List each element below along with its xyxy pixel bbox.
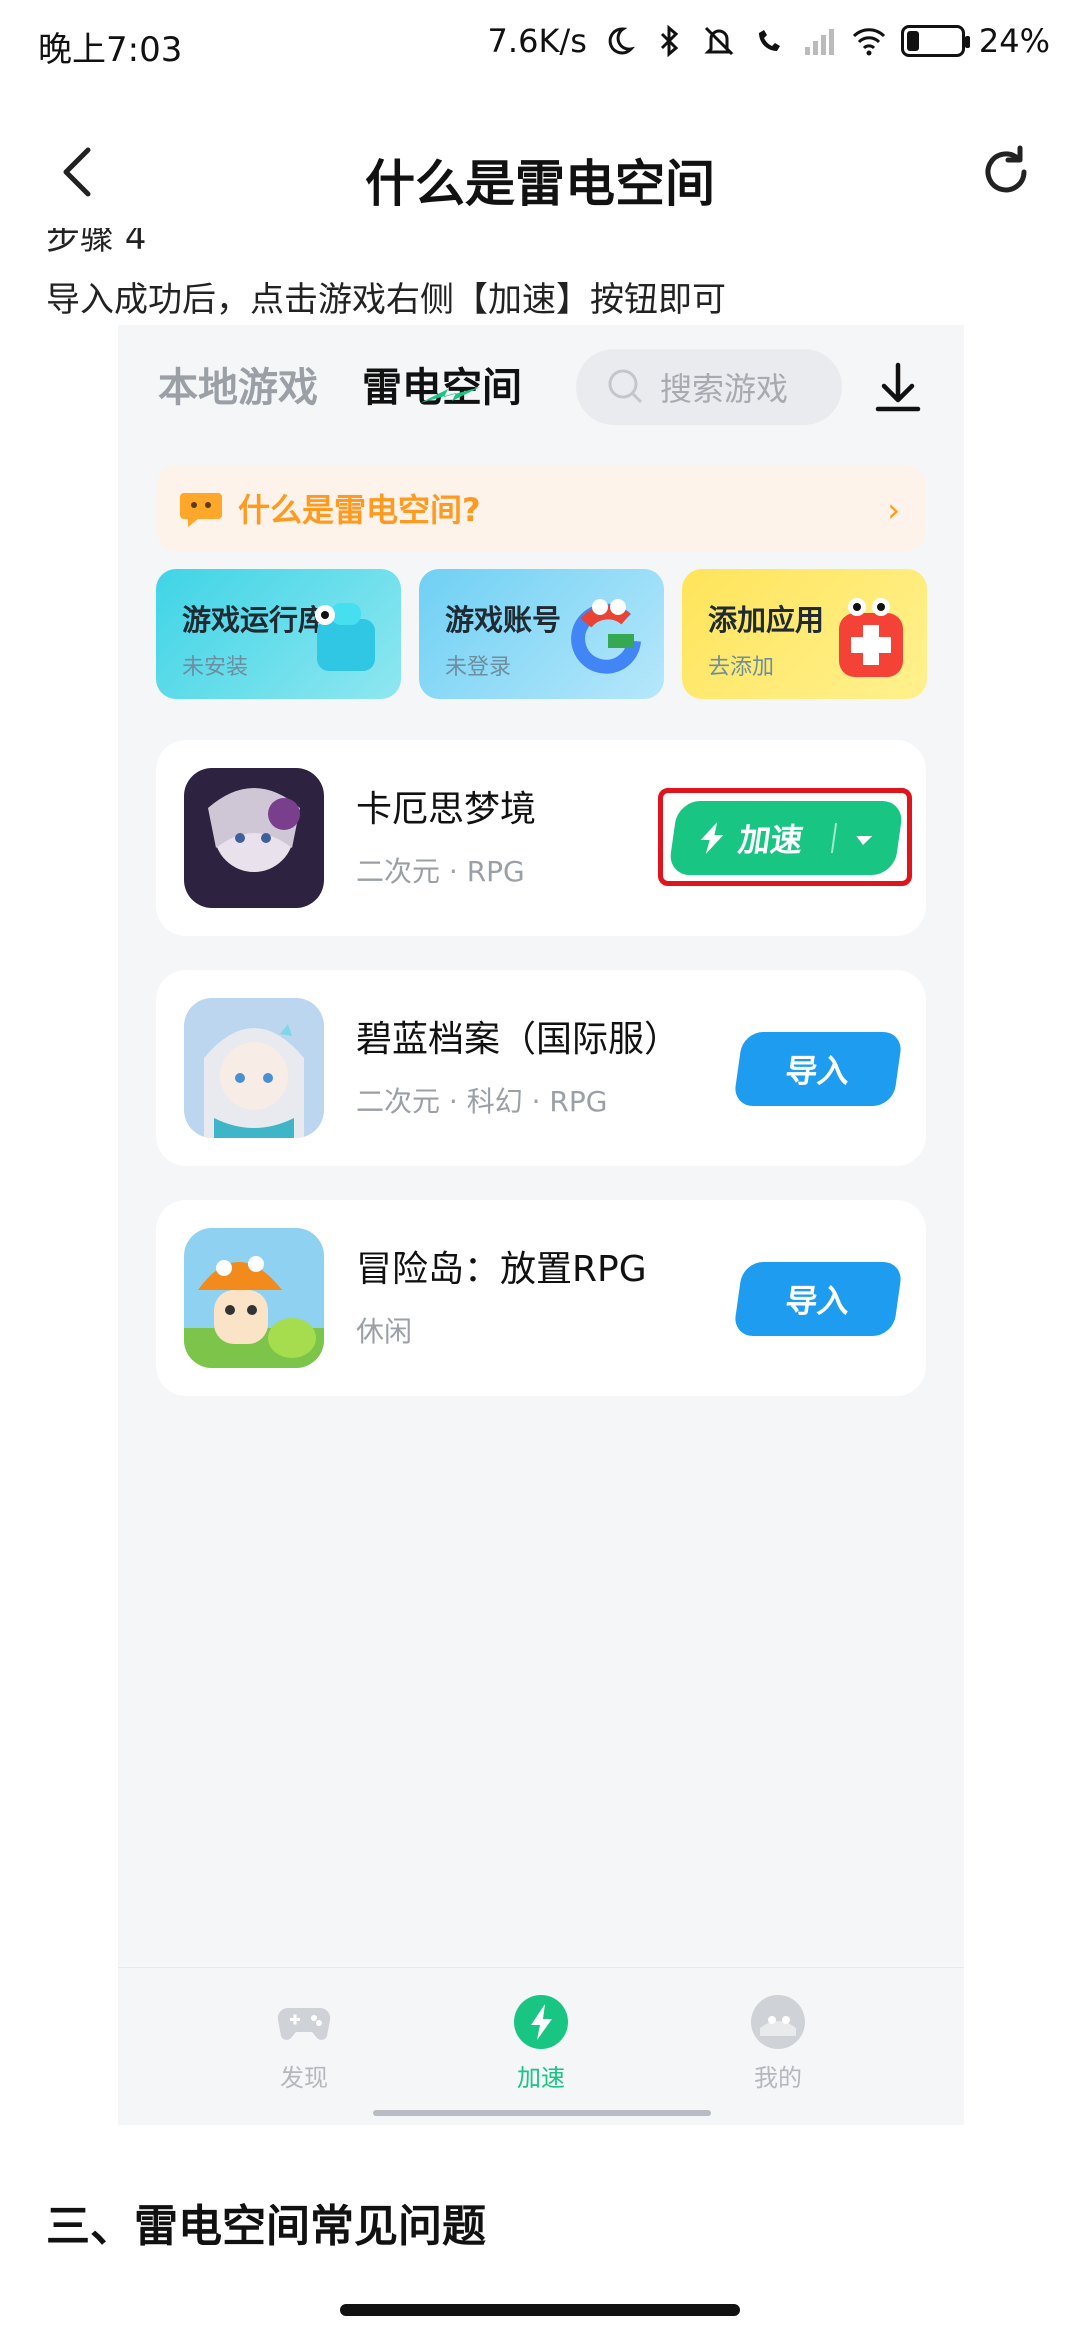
embedded-home-indicator	[373, 2110, 711, 2116]
refresh-button[interactable]	[976, 142, 1036, 202]
card-game-account[interactable]: 游戏账号 未登录	[419, 569, 664, 699]
tab-local-games[interactable]: 本地游戏	[158, 355, 318, 413]
gamepad-icon	[277, 2007, 331, 2040]
section-title: 三、雷电空间常见问题	[46, 2201, 486, 2252]
accelerate-label: 加速	[736, 821, 806, 859]
feature-cards: 游戏运行库 未安装 游戏账号 未登录 添加应用 去添加	[156, 569, 927, 699]
what-is-space-banner[interactable]: 什么是雷电空间? ›	[156, 465, 926, 551]
search-input[interactable]: 搜索游戏	[576, 349, 842, 425]
nav-label: 我的	[754, 2064, 802, 2092]
page-title: 什么是雷电空间	[365, 155, 715, 213]
dropdown-arrow-icon[interactable]	[847, 825, 881, 855]
game-item[interactable]: 碧蓝档案（国际服） 二次元 · 科幻 · RPG 导入	[156, 970, 926, 1166]
nav-discover[interactable]: 发现	[234, 1994, 374, 2093]
game-name: 碧蓝档案（国际服）	[356, 1019, 681, 1060]
game-icon-kaeth	[184, 768, 324, 908]
battery-percent: 24%	[978, 22, 1050, 60]
lightning-icon	[700, 822, 724, 854]
import-button[interactable]: 导入	[732, 1032, 904, 1106]
home-indicator[interactable]	[340, 2304, 740, 2316]
add-app-icon	[839, 598, 903, 677]
nav-label: 发现	[280, 2064, 328, 2092]
call-forward-icon	[758, 30, 780, 51]
page-header: 什么是雷电空间	[0, 120, 1080, 230]
card-add-app[interactable]: 添加应用 去添加	[682, 569, 927, 699]
bluetooth-icon	[660, 24, 679, 58]
status-bar: 晚上7:03 7.6K/s 24%	[0, 0, 1080, 92]
download-button[interactable]	[870, 359, 926, 415]
article-step-heading: 步骤 4	[46, 228, 147, 254]
game-item[interactable]: 冒险岛：放置RPG 休闲 导入	[156, 1200, 926, 1396]
game-icon-blue-archive	[184, 998, 324, 1138]
status-time: 晚上7:03	[38, 30, 183, 70]
game-icon-maplestory	[184, 1228, 324, 1368]
import-button[interactable]: 导入	[732, 1262, 904, 1336]
game-tags: 休闲	[356, 1315, 413, 1348]
google-account-icon	[571, 599, 641, 674]
search-placeholder: 搜索游戏	[660, 370, 789, 408]
game-tags: 二次元 · RPG	[356, 855, 525, 888]
nav-accelerate[interactable]: 加速	[471, 1994, 611, 2093]
moon-icon	[608, 27, 635, 55]
puzzle-icon	[315, 603, 375, 671]
chevron-right-icon: ›	[887, 491, 900, 529]
status-icons: 7.6K/s 24%	[488, 22, 1050, 60]
battery-icon	[900, 25, 970, 57]
game-item[interactable]: 卡厄思梦境 二次元 · RPG 加速	[156, 740, 926, 936]
card-game-runtime[interactable]: 游戏运行库 未安装	[156, 569, 401, 699]
profile-icon	[751, 1995, 805, 2049]
nav-profile[interactable]: 我的	[708, 1994, 848, 2093]
banner-text: 什么是雷电空间?	[238, 491, 481, 529]
lightning-icon	[514, 1995, 568, 2049]
network-speed: 7.6K/s	[487, 22, 587, 60]
embedded-app-screenshot: 本地游戏 雷电空间 搜索游戏 什么是雷电空间? › 游戏运行库 未安装 游戏账号…	[118, 325, 964, 2125]
chat-bubble-icon	[180, 493, 222, 527]
mute-icon	[704, 26, 734, 56]
signal-icon	[804, 29, 834, 55]
accelerate-button[interactable]: 加速	[667, 801, 905, 875]
wifi-icon	[852, 28, 885, 56]
game-tags: 二次元 · 科幻 · RPG	[356, 1085, 608, 1118]
tab-active-indicator	[420, 387, 480, 403]
bottom-navigation: 发现 加速 我的	[118, 1967, 964, 2125]
game-name: 卡厄思梦境	[356, 789, 537, 830]
search-icon	[608, 369, 643, 404]
highlight-box: 加速	[658, 788, 912, 886]
divider	[830, 823, 838, 853]
nav-label: 加速	[517, 2064, 565, 2092]
article-instruction: 导入成功后，点击游戏右侧【加速】按钮即可	[46, 280, 726, 320]
game-name: 冒险岛：放置RPG	[356, 1249, 647, 1290]
